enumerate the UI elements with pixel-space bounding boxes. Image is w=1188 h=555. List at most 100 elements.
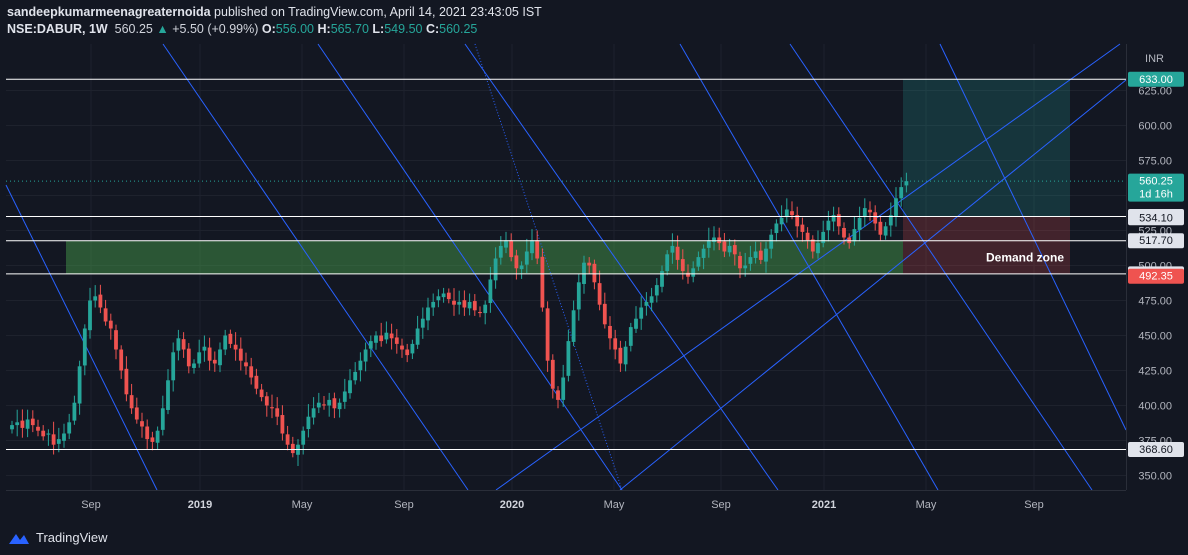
candle-body [166,380,170,410]
candle-body [472,301,477,311]
chart-zones [66,79,1070,274]
price-change: +5.50 (+0.99%) [172,22,259,36]
candle-body [862,208,867,218]
candle-body [405,349,410,356]
y-tick-label: 575.00 [1138,156,1172,168]
candle-body [67,422,72,434]
zone-labels: Demand zone [986,250,1064,264]
candle-body [384,332,389,340]
candle-body [894,198,898,217]
candle-body [680,259,685,272]
close-label: C: [425,22,440,36]
candle-body [784,209,789,218]
candle-body [10,425,14,430]
demand-zone[interactable] [66,240,903,274]
candle-body [452,300,456,305]
price-chart[interactable]: Demand zone 350.00375.00400.00425.00450.… [0,0,1188,555]
currency-label[interactable]: INR [1145,53,1164,65]
candle-body [613,338,618,350]
candle-body [119,349,124,371]
x-tick-label: May [604,499,625,511]
candle-body [904,181,909,186]
candle-body [571,310,576,342]
candle-body [436,296,441,301]
x-tick-label: 2019 [188,499,212,511]
candle-body [348,380,352,394]
candle-body [556,390,560,400]
high-value: 565.70 [330,22,369,36]
high-label: H: [317,22,331,36]
candle-body [883,226,888,236]
candle-body [400,345,404,350]
candle-body [77,366,82,404]
candle-body [46,433,51,435]
y-tick-label: 400.00 [1138,401,1172,413]
candle-body [410,343,415,354]
candle-body [519,265,524,270]
tradingview-logo[interactable]: TradingView [8,530,108,545]
candle-body [654,285,659,296]
candle-body [358,360,363,371]
candle-body [103,308,108,322]
candle-body [457,301,462,305]
candle-body [540,256,545,308]
candle-body [524,251,529,265]
candle-body [618,347,623,364]
candle-body [727,245,732,253]
candle-body [238,348,243,361]
candle-body [628,327,633,346]
candle-body [223,335,228,350]
candle-body [800,224,805,232]
candle-body [264,396,269,406]
demand-zone-label: Demand zone [986,250,1064,264]
x-tick-label: Sep [711,499,731,511]
candle-body [431,301,436,308]
candle-body [602,303,607,325]
candle-body [342,391,347,402]
symbol-info: NSE:DABUR, 1W 560.25 ▲ +5.50 (+0.99%) O:… [7,22,477,36]
y-tick-label: 450.00 [1138,331,1172,343]
candle-body [758,250,763,260]
candle-body [259,389,264,398]
candle-body [88,300,92,331]
candle-body [561,377,566,400]
candle-body [774,223,779,234]
candle-body [51,434,56,445]
candle-body [155,430,160,443]
candle-body [478,311,482,314]
candle-body [587,262,592,266]
candle-body [649,296,654,303]
candle-body [301,430,306,445]
candle-body [363,349,368,362]
candle-body [62,433,66,441]
candle-body [218,349,222,366]
y-tick-label: 625.00 [1138,86,1172,98]
stop-zone[interactable] [903,216,1070,274]
candle-body [93,296,98,301]
symbol-name[interactable]: NSE:DABUR, 1W [7,22,108,36]
candle-body [545,308,550,361]
y-tick-label: 475.00 [1138,296,1172,308]
candle-body [498,245,503,258]
candle-body [764,248,768,262]
candle-body [623,346,628,365]
target-zone[interactable] [903,79,1070,217]
open-value: 556.00 [275,22,315,36]
author-name[interactable]: sandeepkumarmeenagreaternoida [7,5,211,19]
candle-body [129,395,134,409]
time-axis-bg [0,490,1188,555]
candle-body [280,415,285,434]
tradingview-logo-icon [9,533,29,544]
candle-body [25,419,30,429]
candle-body [592,263,597,283]
time-axis[interactable]: Sep 2019 May Sep 2020 May Sep 2021 May Sep [0,490,1188,555]
candle-body [145,426,150,440]
candle-body [852,229,857,242]
candle-body [56,439,61,444]
candle-body [270,407,274,409]
up-arrow-icon: ▲ [156,22,169,36]
candle-body [114,330,118,350]
candle-body [322,404,326,406]
candle-body [98,294,103,308]
candle-body [670,245,675,253]
